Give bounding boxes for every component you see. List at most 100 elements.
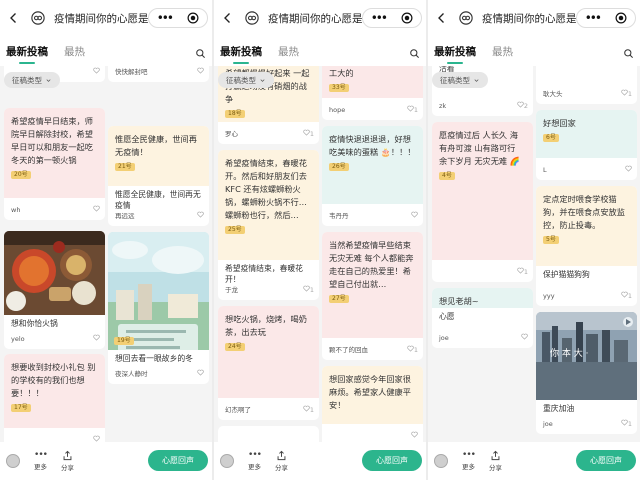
author-name: 颗不了的回血 <box>329 346 368 354</box>
wish-echo-button[interactable]: 心愿回声 <box>362 450 422 471</box>
phone-screen: 疫情期间你的心愿是...•••最新投稿最热...希望疫情早日结束，师院早日解除封… <box>0 0 212 480</box>
post-card[interactable]: 你 本 大 · 重庆加油 joe 1 <box>536 312 637 434</box>
chevron-down-icon <box>260 78 265 82</box>
share-label: 分享 <box>275 464 288 472</box>
close-miniprogram-button[interactable] <box>615 12 627 24</box>
capsule-menu[interactable]: ••• <box>576 8 636 28</box>
post-card[interactable] <box>218 426 319 442</box>
heart-icon <box>303 129 310 136</box>
chevron-down-icon <box>474 78 479 82</box>
post-card[interactable]: 工大的 33号 hope 1 <box>322 66 423 120</box>
post-card[interactable]: 快快解封吧 <box>108 66 209 82</box>
back-button[interactable] <box>6 10 22 26</box>
capsule-menu[interactable]: ••• <box>362 8 422 28</box>
more-dots-icon[interactable]: ••• <box>585 12 602 24</box>
author-name: 快快解封吧 <box>115 68 148 76</box>
like-count[interactable]: 1 <box>407 105 418 115</box>
like-count[interactable]: 1 <box>517 267 528 277</box>
category-filter[interactable]: 征稿类型 <box>218 72 274 88</box>
post-card[interactable]: 好想回家 6号 L <box>536 110 637 180</box>
more-dots-icon[interactable]: ••• <box>371 12 388 24</box>
filter-label: 征稿类型 <box>12 75 42 85</box>
close-miniprogram-button[interactable] <box>187 12 199 24</box>
post-card[interactable]: 希望疫情早日结束，师院早日解除封校，希望早日可以和朋友一起吃冬天的第一顿火锅 20… <box>4 108 105 220</box>
category-filter[interactable]: 征稿类型 <box>4 72 60 88</box>
tab-hottest[interactable]: 最热 <box>278 44 299 59</box>
tab-hottest[interactable]: 最热 <box>492 44 513 59</box>
more-button[interactable]: ••• 更多 <box>248 450 262 472</box>
post-text: 定点定时喂食学校猫狗，并在喂食点安放监控，防止投毒。 <box>543 194 625 230</box>
post-text: 当然希望疫情早些结束 无灾无难 每个人都能奔走在自己的热爱里！希望自己付出就… <box>329 240 414 289</box>
post-card[interactable]: 想回家感觉今年回家很麻烦。希望家人健康平安！ <box>322 366 423 442</box>
like-count[interactable] <box>93 435 100 442</box>
like-count[interactable] <box>197 67 204 77</box>
like-count[interactable] <box>197 211 204 221</box>
post-card[interactable]: 当然希望疫情早些结束 无灾无难 每个人都能奔走在自己的热爱里！希望自己付出就… 2… <box>322 232 423 360</box>
post-card[interactable]: 愿疫情过后 人长久 海有舟可渡 山有路可行 余下岁月 无灾无难 🌈 4号 1 <box>432 122 533 282</box>
heart-icon <box>197 67 204 74</box>
like-count[interactable] <box>93 67 100 77</box>
post-card[interactable]: 19号 想回去看一眼故乡的冬 夜深人静时 <box>108 232 209 384</box>
post-text: 想要收到封校小礼包 别的学校有的我们也想要！！！ <box>11 362 96 398</box>
more-button[interactable]: ••• 更多 <box>462 451 476 472</box>
like-count[interactable]: 1 <box>621 89 632 99</box>
like-count[interactable]: 1 <box>303 405 314 415</box>
share-button[interactable]: 分享 <box>275 450 288 472</box>
post-card[interactable]: 想要收到封校小礼包 别的学校有的我们也想要！！！ 17号 <box>4 354 105 442</box>
more-button[interactable]: ••• 更多 <box>34 451 48 472</box>
share-button[interactable]: 分享 <box>61 450 74 472</box>
post-card[interactable]: 疫情快退退退退，好想吃美味的蛋糕 🎂！！！ 26号 韦丹丹 <box>322 126 423 226</box>
post-card[interactable]: 想和你恰火锅 yelo <box>4 231 105 349</box>
like-count[interactable] <box>197 369 204 379</box>
like-count[interactable]: 1 <box>621 419 632 429</box>
like-count[interactable] <box>93 334 100 344</box>
search-button[interactable] <box>195 44 206 63</box>
like-count[interactable] <box>625 165 632 175</box>
like-count[interactable]: 2 <box>517 101 528 111</box>
tab-latest[interactable]: 最新投稿 <box>220 44 262 64</box>
share-icon <box>491 450 500 461</box>
wish-echo-button[interactable]: 心愿回声 <box>576 450 636 471</box>
like-count[interactable] <box>93 205 100 215</box>
wish-echo-button[interactable]: 心愿回声 <box>148 450 208 471</box>
post-text: 希望疫情结束，春暖花开。然后和好朋友们去KFC 还有炫螺蛳粉火锅，螺蛳粉火锅不行… <box>225 158 307 220</box>
post-title: 想和你恰火锅 <box>11 319 58 328</box>
post-body: 惟愿全民健康，世间再无疫情！ 21号 <box>108 126 209 186</box>
like-count[interactable] <box>411 431 418 441</box>
tab-hottest[interactable]: 最热 <box>64 44 85 59</box>
post-card[interactable]: 想见老胡~3号心愿 joe <box>432 288 533 348</box>
post-card[interactable]: 希望疫情结束，春暖花开。然后和好朋友们去KFC 还有炫螺蛳粉火锅，螺蛳粉火锅不行… <box>218 150 319 300</box>
post-card[interactable]: 惟愿全民健康，世间再无疫情！ 21号 惟愿全民健康，世间再无疫情 再远远 <box>108 126 209 226</box>
back-button[interactable] <box>220 10 236 26</box>
share-button[interactable]: 分享 <box>489 450 502 472</box>
tab-latest[interactable]: 最新投稿 <box>434 44 476 64</box>
like-count[interactable]: 1 <box>303 129 314 139</box>
search-button[interactable] <box>623 44 634 63</box>
post-footer: L <box>536 162 637 180</box>
like-count[interactable] <box>411 211 418 221</box>
feed-column-left: ...希望疫情早日结束，师院早日解除封校，希望早日可以和朋友一起吃冬天的第一顿火… <box>4 66 105 442</box>
category-filter[interactable]: 征稿类型 <box>432 72 488 88</box>
more-icon: ••• <box>248 450 262 460</box>
search-button[interactable] <box>409 44 420 63</box>
post-body: 希望疫情结束，春暖花开。然后和好朋友们去KFC 还有炫螺蛳粉火锅，螺蛳粉火锅不行… <box>218 150 319 260</box>
like-count[interactable] <box>521 333 528 343</box>
heart-icon <box>517 101 524 108</box>
post-card[interactable]: 耿大头 1 <box>536 66 637 104</box>
capsule-menu[interactable]: ••• <box>148 8 208 28</box>
avatar[interactable] <box>434 454 448 468</box>
post-text: 想见老胡~ <box>439 296 479 306</box>
avatar[interactable] <box>220 454 234 468</box>
author-name: hope <box>329 106 346 114</box>
post-card[interactable]: 定点定时喂食学校猫狗，并在喂食点安放监控，防止投毒。 5号 保护猫猫狗狗 yyy 1 <box>536 186 637 306</box>
back-button[interactable] <box>434 10 450 26</box>
more-dots-icon[interactable]: ••• <box>157 12 174 24</box>
like-count[interactable]: 1 <box>621 291 632 301</box>
avatar[interactable] <box>6 454 20 468</box>
like-count[interactable]: 1 <box>407 345 418 355</box>
close-miniprogram-button[interactable] <box>401 12 413 24</box>
post-card[interactable]: 想吃火锅，烧烤，喝奶茶，出去玩 24号 幻杰啊了 1 <box>218 306 319 420</box>
tab-latest[interactable]: 最新投稿 <box>6 44 48 64</box>
post-number-badge: 18号 <box>225 110 245 118</box>
like-count[interactable]: 1 <box>303 285 314 295</box>
